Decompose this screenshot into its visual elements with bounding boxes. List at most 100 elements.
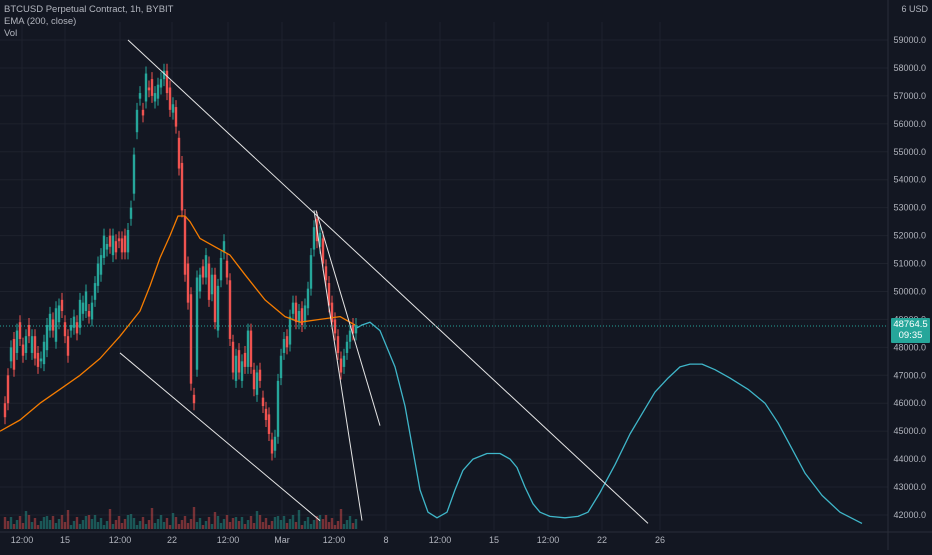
- volume-bar: [276, 516, 280, 529]
- volume-bar: [18, 516, 22, 529]
- volume-bar: [132, 518, 136, 529]
- price-tick-label: 54000.0: [893, 175, 926, 185]
- volume-bar: [300, 525, 304, 529]
- price-tick-label: 59000.0: [893, 35, 926, 45]
- candle-body: [48, 313, 52, 331]
- candle-body: [150, 79, 154, 96]
- candle-body: [168, 87, 172, 110]
- candle-body: [252, 369, 256, 390]
- volume-bar: [81, 520, 85, 529]
- volume-bar: [204, 521, 208, 529]
- volume-bar: [174, 517, 178, 529]
- volume-bar: [255, 511, 259, 529]
- time-tick-label: Mar: [274, 535, 290, 545]
- volume-bar: [138, 521, 142, 529]
- volume-bar: [42, 517, 46, 529]
- volume-legend[interactable]: Vol: [4, 28, 173, 40]
- candle-body: [171, 104, 175, 113]
- candle-body: [78, 299, 82, 328]
- volume-bar: [75, 517, 79, 529]
- volume-bar: [21, 523, 25, 529]
- volume-bar: [90, 519, 94, 529]
- chart-area[interactable]: 42000.0 43000.0 44000.0 45000.0 46000.0 47000…: [0, 0, 932, 550]
- candle-body: [186, 263, 190, 303]
- volume-bar: [147, 520, 151, 529]
- candle-body: [21, 344, 25, 356]
- volume-bar: [33, 518, 37, 529]
- currency-label[interactable]: 6 USD: [901, 4, 928, 14]
- volume-bar: [318, 515, 322, 529]
- candle-body: [69, 325, 73, 331]
- line-layer: [0, 215, 863, 524]
- ema-legend[interactable]: EMA (200, close): [4, 16, 173, 28]
- volume-bar: [336, 521, 340, 529]
- volume-bar: [297, 510, 301, 529]
- candle-body: [174, 107, 178, 127]
- volume-bar: [48, 520, 52, 529]
- candle-body: [129, 207, 133, 219]
- volume-bar: [84, 516, 88, 529]
- volume-bar: [231, 518, 235, 529]
- candle-body: [267, 414, 271, 434]
- volume-bar: [267, 525, 271, 529]
- candle-body: [153, 93, 157, 102]
- volume-bar: [57, 519, 61, 529]
- time-tick-label: 26: [655, 535, 665, 545]
- volume-bar: [321, 519, 325, 529]
- candle-body: [135, 109, 139, 133]
- chart-svg[interactable]: 42000.0 43000.0 44000.0 45000.0 46000.0 47000…: [0, 0, 932, 550]
- volume-bar: [156, 519, 160, 529]
- volume-bar: [123, 519, 127, 529]
- volume-bar: [279, 520, 283, 529]
- volume-bar: [240, 517, 244, 529]
- time-tick-label: 12:00: [429, 535, 452, 545]
- volume-bar: [252, 523, 256, 529]
- candle-body: [345, 341, 349, 353]
- volume-bar: [27, 515, 31, 529]
- candle-body: [111, 235, 115, 256]
- candle-body: [339, 358, 343, 373]
- volume-bar: [15, 520, 19, 529]
- candle-body: [354, 325, 358, 334]
- candle-body: [198, 274, 202, 292]
- volume-bar: [237, 521, 241, 529]
- volume-bar: [150, 508, 154, 529]
- bar-countdown: 09:35: [898, 330, 923, 341]
- volume-bar: [330, 518, 334, 529]
- volume-bar: [309, 524, 313, 529]
- candle-body: [99, 255, 103, 275]
- volume-bar: [228, 522, 232, 529]
- price-tick-label: 44000.0: [893, 454, 926, 464]
- volume-bar: [69, 525, 73, 529]
- candle-body: [282, 338, 286, 353]
- candle-body: [309, 255, 313, 289]
- volume-bar: [333, 525, 337, 529]
- time-tick-label: 12:00: [323, 535, 346, 545]
- candle-body: [312, 227, 316, 250]
- candle-body: [288, 316, 292, 345]
- volume-bar: [291, 515, 295, 529]
- volume-bar: [96, 522, 100, 529]
- volume-bar: [36, 525, 40, 529]
- volume-bar: [171, 513, 175, 529]
- candle-body: [237, 350, 241, 373]
- candle-body: [285, 336, 289, 348]
- candle-body: [54, 308, 58, 342]
- candle-body: [228, 280, 232, 339]
- candle-body: [333, 319, 337, 334]
- trendline: [313, 210, 363, 521]
- candle-body: [261, 397, 265, 407]
- candle-body: [291, 302, 295, 314]
- price-tick-label: 46000.0: [893, 398, 926, 408]
- volume-bar: [114, 520, 118, 529]
- candle-body: [45, 325, 49, 351]
- volume-bar: [273, 517, 277, 529]
- candle-body: [255, 372, 259, 395]
- candle-body: [210, 274, 214, 295]
- candle-body: [51, 319, 55, 331]
- volume-bar: [288, 519, 292, 529]
- volume-bar: [180, 520, 184, 529]
- symbol-title[interactable]: BTCUSD Perpetual Contract, 1h, BYBIT: [4, 4, 173, 16]
- volume-bar: [99, 518, 103, 529]
- candle-body: [90, 302, 94, 320]
